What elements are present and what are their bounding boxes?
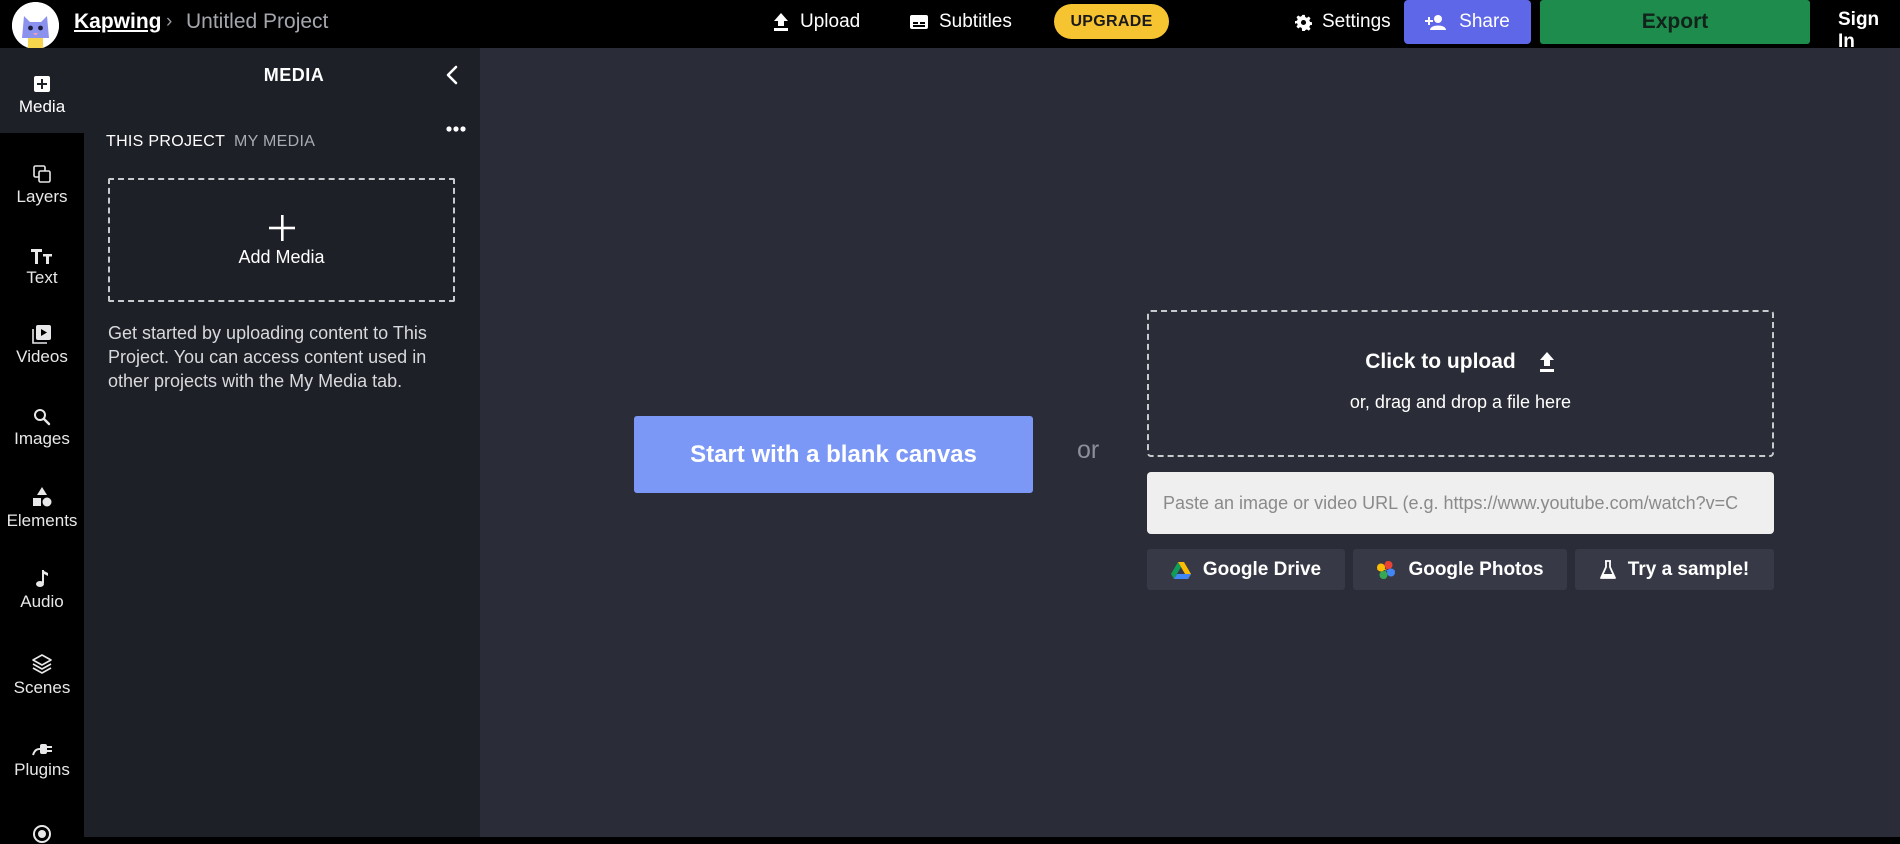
- google-photos-button[interactable]: Google Photos: [1353, 549, 1567, 590]
- subtitles-button[interactable]: Subtitles: [909, 0, 1012, 44]
- rail-item-label: Elements: [6, 511, 78, 530]
- subtitles-label: Subtitles: [939, 11, 1012, 32]
- settings-button[interactable]: Settings: [1295, 0, 1391, 44]
- gear-icon: [1295, 14, 1312, 31]
- search-icon: [34, 409, 51, 426]
- share-button[interactable]: Share: [1404, 0, 1531, 44]
- rail-item-label: Scenes: [13, 678, 71, 697]
- add-media-button[interactable]: Add Media: [108, 178, 455, 302]
- project-title[interactable]: Untitled Project: [186, 10, 328, 34]
- google-drive-icon: [1170, 561, 1191, 579]
- kapwing-logo[interactable]: [12, 2, 59, 49]
- try-sample-button[interactable]: Try a sample!: [1575, 549, 1774, 590]
- music-note-icon: [36, 570, 48, 587]
- rail-item-label: Layers: [16, 187, 68, 206]
- media-help-text: Get started by uploading content to This…: [108, 323, 427, 391]
- google-drive-label: Google Drive: [1202, 558, 1322, 580]
- rail-item-label: Media: [18, 97, 66, 116]
- upload-drop-zone[interactable]: Click to upload or, drag and drop a file…: [1147, 310, 1774, 457]
- rail-item-label: Videos: [16, 347, 68, 366]
- drag-drop-hint: or, drag and drop a file here: [1349, 392, 1572, 412]
- more-horizontal-icon: [446, 126, 466, 132]
- upload-icon: [774, 13, 788, 31]
- media-url-input[interactable]: [1147, 472, 1774, 534]
- stack-icon: [32, 654, 52, 674]
- rail-item-label: Images: [14, 429, 70, 448]
- collapse-panel-button[interactable]: [442, 64, 462, 91]
- plug-icon: [32, 744, 52, 756]
- panel-title: MEDIA: [263, 65, 325, 85]
- sign-in-link[interactable]: Sign In: [1838, 9, 1900, 53]
- blank-canvas-button[interactable]: Start with a blank canvas: [634, 416, 1033, 493]
- shapes-icon: [33, 487, 52, 507]
- top-bar: Kapwing › Untitled Project Upload Subtit…: [0, 0, 1900, 52]
- tab-this-project[interactable]: THIS PROJECT: [106, 133, 225, 151]
- upgrade-button[interactable]: UPGRADE: [1054, 4, 1169, 39]
- tab-my-media[interactable]: MY MEDIA: [234, 133, 315, 151]
- google-photos-icon: [1377, 560, 1396, 579]
- google-drive-button[interactable]: Google Drive: [1147, 549, 1345, 590]
- layers-icon: [33, 165, 51, 183]
- settings-label: Settings: [1322, 11, 1391, 32]
- rail-item-media[interactable]: Media: [0, 48, 84, 133]
- rail-item-layers[interactable]: Layers: [0, 164, 84, 207]
- videos-icon: [32, 325, 51, 344]
- breadcrumb-separator: ›: [166, 11, 173, 32]
- upload-title: Click to upload: [1149, 350, 1772, 374]
- upload-icon: [1539, 352, 1554, 372]
- media-panel: MEDIA THIS PROJECT MY MEDIA Add Media Ge…: [84, 48, 480, 837]
- more-options-button[interactable]: [445, 120, 467, 138]
- upload-label: Upload: [800, 11, 861, 32]
- upload-button[interactable]: Upload: [772, 0, 860, 44]
- rail-item-images[interactable]: Images: [0, 408, 84, 449]
- rail-item-elements[interactable]: Elements: [0, 486, 84, 531]
- brand-link[interactable]: Kapwing: [74, 10, 162, 34]
- rail-item-more[interactable]: [0, 824, 84, 844]
- rail-item-label: Text: [26, 268, 58, 287]
- chevron-left-icon: [446, 65, 458, 85]
- text-icon: [31, 249, 52, 264]
- rail-item-label: Plugins: [14, 760, 70, 779]
- add-media-icon: [34, 76, 50, 92]
- click-to-upload-label: Click to upload: [1365, 350, 1516, 373]
- main-canvas-area: Start with a blank canvas or Click to up…: [480, 48, 1900, 837]
- rail-item-videos[interactable]: Videos: [0, 324, 84, 367]
- share-label: Share: [1459, 11, 1510, 32]
- rail-item-plugins[interactable]: Plugins: [0, 741, 84, 780]
- add-user-icon: [1425, 15, 1447, 30]
- rail-item-scenes[interactable]: Scenes: [0, 653, 84, 698]
- record-icon: [33, 825, 51, 843]
- left-tool-rail: Media Layers Text Videos Images Elements…: [0, 48, 84, 843]
- rail-item-label: Audio: [20, 592, 64, 611]
- or-divider: or: [1077, 436, 1100, 464]
- add-media-label: Add Media: [238, 246, 325, 267]
- flask-icon: [1599, 559, 1616, 579]
- google-photos-label: Google Photos: [1408, 558, 1544, 580]
- plus-icon: [268, 214, 295, 241]
- export-button[interactable]: Export: [1540, 0, 1810, 44]
- rail-item-text[interactable]: Text: [0, 247, 84, 288]
- subtitles-icon: [910, 15, 928, 29]
- try-sample-label: Try a sample!: [1627, 558, 1750, 580]
- rail-item-audio[interactable]: Audio: [0, 569, 84, 612]
